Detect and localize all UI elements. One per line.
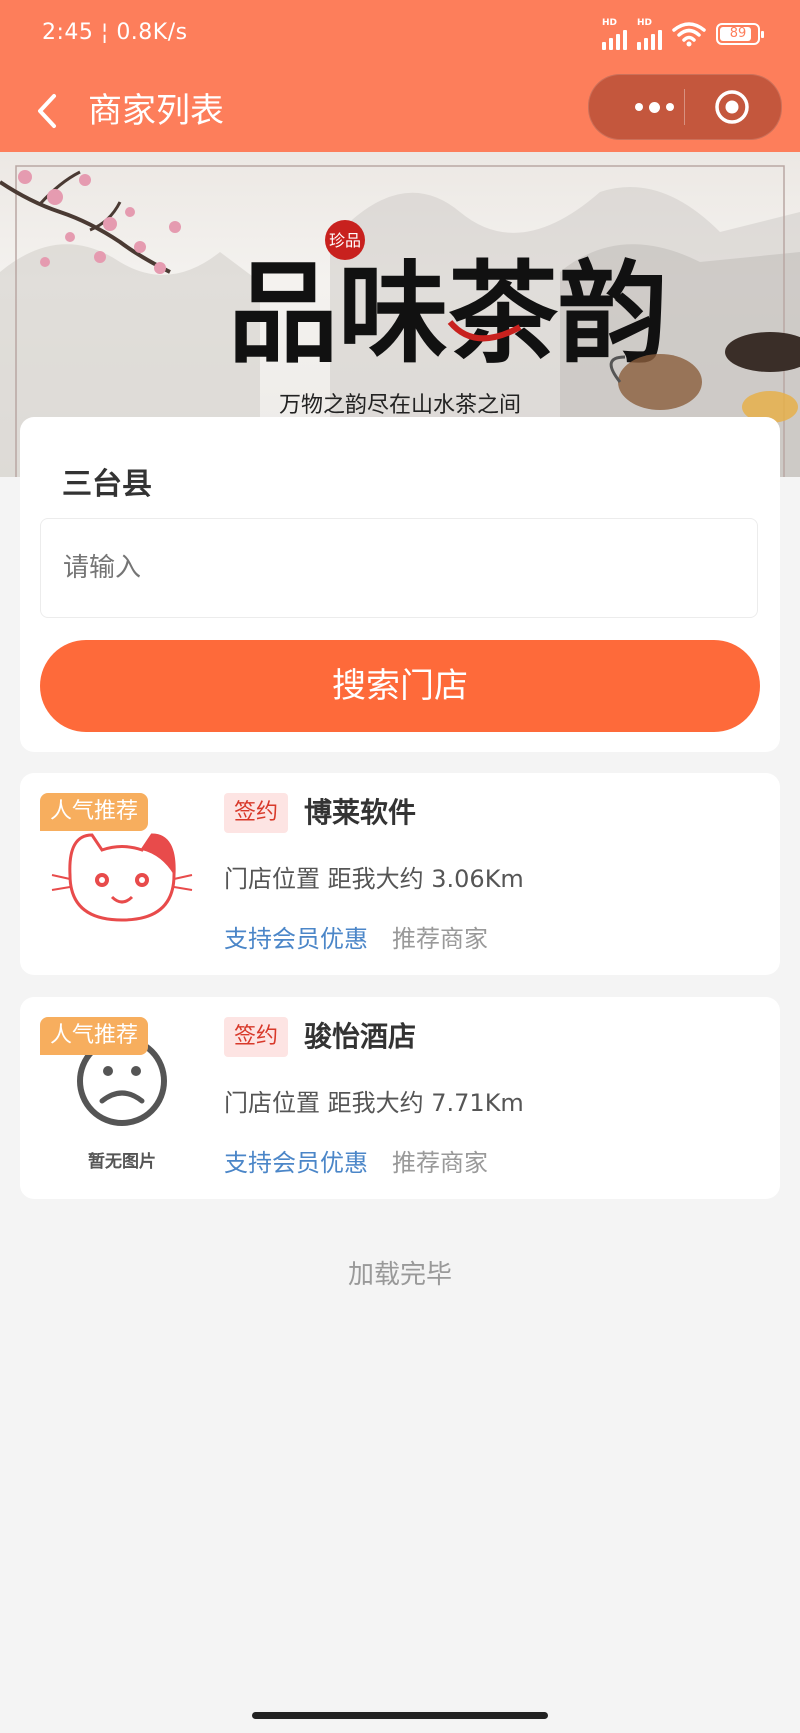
svg-text:暂无图片: 暂无图片 xyxy=(88,1151,156,1172)
recommended-label: 推荐商家 xyxy=(392,1149,488,1177)
store-name: 博莱软件 xyxy=(304,796,417,829)
member-discount-link[interactable]: 支持会员优惠 xyxy=(224,1143,368,1178)
status-time: 2:45 ¦ 0.8K/s xyxy=(42,20,188,45)
store-name: 骏怡酒店 xyxy=(304,1020,417,1053)
popular-badge: 人气推荐 xyxy=(40,793,149,831)
page-title: 商家列表 xyxy=(88,91,224,131)
search-input[interactable] xyxy=(40,518,758,618)
store-card[interactable]: 暂无图片 人气推荐 签约 骏怡酒店 门店位置 距我大约 7.71Km 支持会员优… xyxy=(20,997,780,1199)
status-bar: 2:45 ¦ 0.8K/s HD HD 89 xyxy=(0,0,800,70)
store-distance: 门店位置 距我大约 7.71Km xyxy=(224,1089,524,1117)
back-arrow-icon[interactable] xyxy=(30,88,70,134)
store-card[interactable]: 人气推荐 签约 博莱软件 门店位置 距我大约 3.06Km 支持会员优惠 推荐商… xyxy=(20,773,780,975)
close-target-icon[interactable] xyxy=(714,89,750,125)
more-dots-icon[interactable] xyxy=(619,75,689,139)
status-icons: HD HD 89 xyxy=(602,18,764,50)
signed-tag: 签约 xyxy=(224,1017,289,1057)
signed-tag: 签约 xyxy=(224,793,289,833)
search-store-button[interactable]: 搜索门店 xyxy=(40,640,760,732)
nav-bar: 商家列表 xyxy=(0,70,800,152)
svg-text:品味茶韵: 品味茶韵 xyxy=(228,249,668,378)
recommended-label: 推荐商家 xyxy=(392,925,488,953)
popular-badge: 人气推荐 xyxy=(40,1017,149,1055)
mini-program-capsule xyxy=(588,74,782,140)
signal-icon: HD xyxy=(602,18,627,50)
wifi-icon xyxy=(672,22,706,47)
member-discount-link[interactable]: 支持会员优惠 xyxy=(224,919,368,954)
load-complete-text: 加载完毕 xyxy=(347,1260,452,1290)
store-distance: 门店位置 距我大约 3.06Km xyxy=(224,865,524,893)
battery-icon: 89 xyxy=(716,23,764,45)
home-indicator[interactable] xyxy=(252,1712,548,1719)
region-label[interactable]: 三台县 xyxy=(62,459,152,503)
search-card: 三台县 搜索门店 xyxy=(20,417,780,752)
banner-slogan: 万物之韵尽在山水茶之间 xyxy=(278,393,521,418)
signal-icon: HD xyxy=(637,18,662,50)
svg-text:珍品: 珍品 xyxy=(329,231,361,250)
